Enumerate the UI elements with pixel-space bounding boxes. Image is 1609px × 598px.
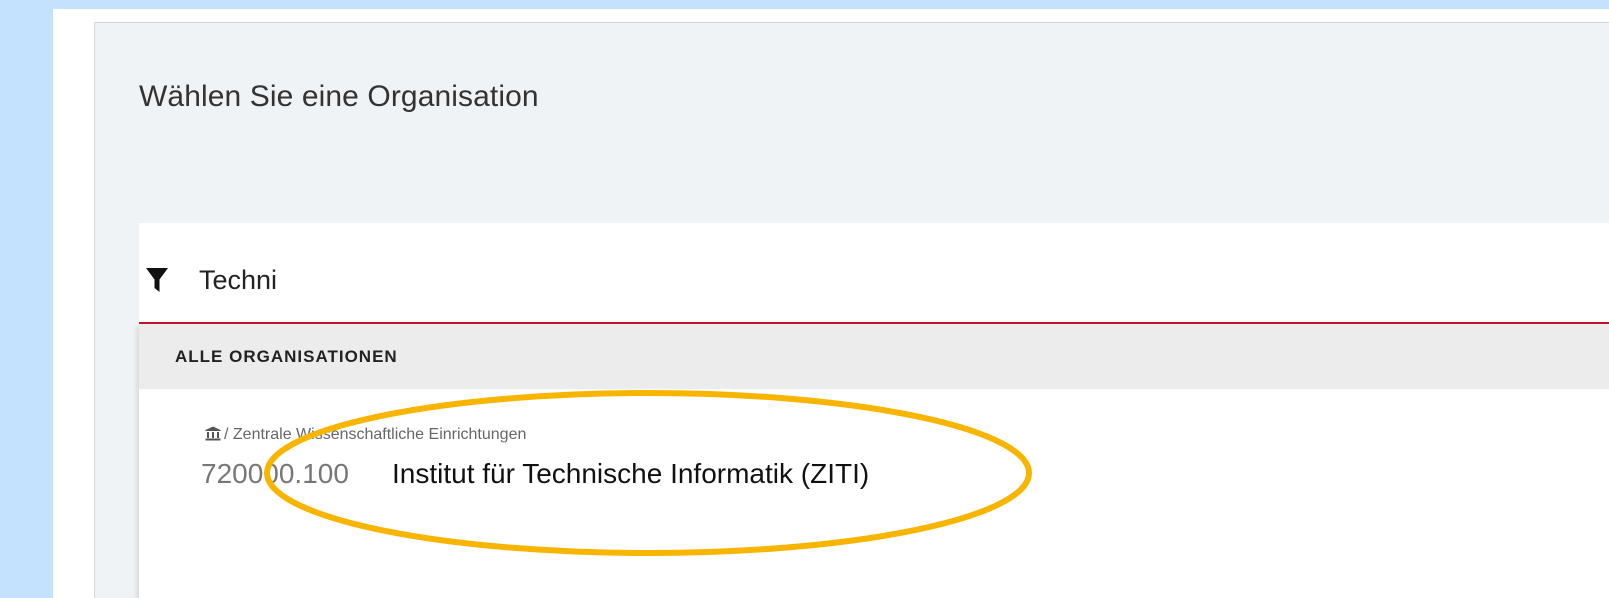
organization-option[interactable]: / Zentrale Wissenschaftliche Einrichtung…: [139, 414, 1609, 504]
organization-results-list: ALLE ORGANISATIONEN / Zentrale Wissensch…: [139, 324, 1609, 598]
section-header: ALLE ORGANISATIONEN: [139, 324, 1609, 389]
institution-icon: [205, 426, 221, 441]
organization-name: Institut für Technische Informatik (ZITI…: [392, 458, 870, 489]
filter-icon: [146, 268, 168, 292]
organization-path-text: / Zentrale Wissenschaftliche Einrichtung…: [224, 426, 527, 443]
dialog-title: Wählen Sie eine Organisation: [139, 80, 539, 113]
organization-path: / Zentrale Wissenschaftliche Einrichtung…: [205, 426, 526, 444]
section-label: ALLE ORGANISATIONEN: [175, 347, 398, 366]
filter-input[interactable]: [199, 261, 1499, 299]
organization-code: 720000.100: [201, 458, 349, 489]
filter-bar: [139, 223, 1609, 324]
